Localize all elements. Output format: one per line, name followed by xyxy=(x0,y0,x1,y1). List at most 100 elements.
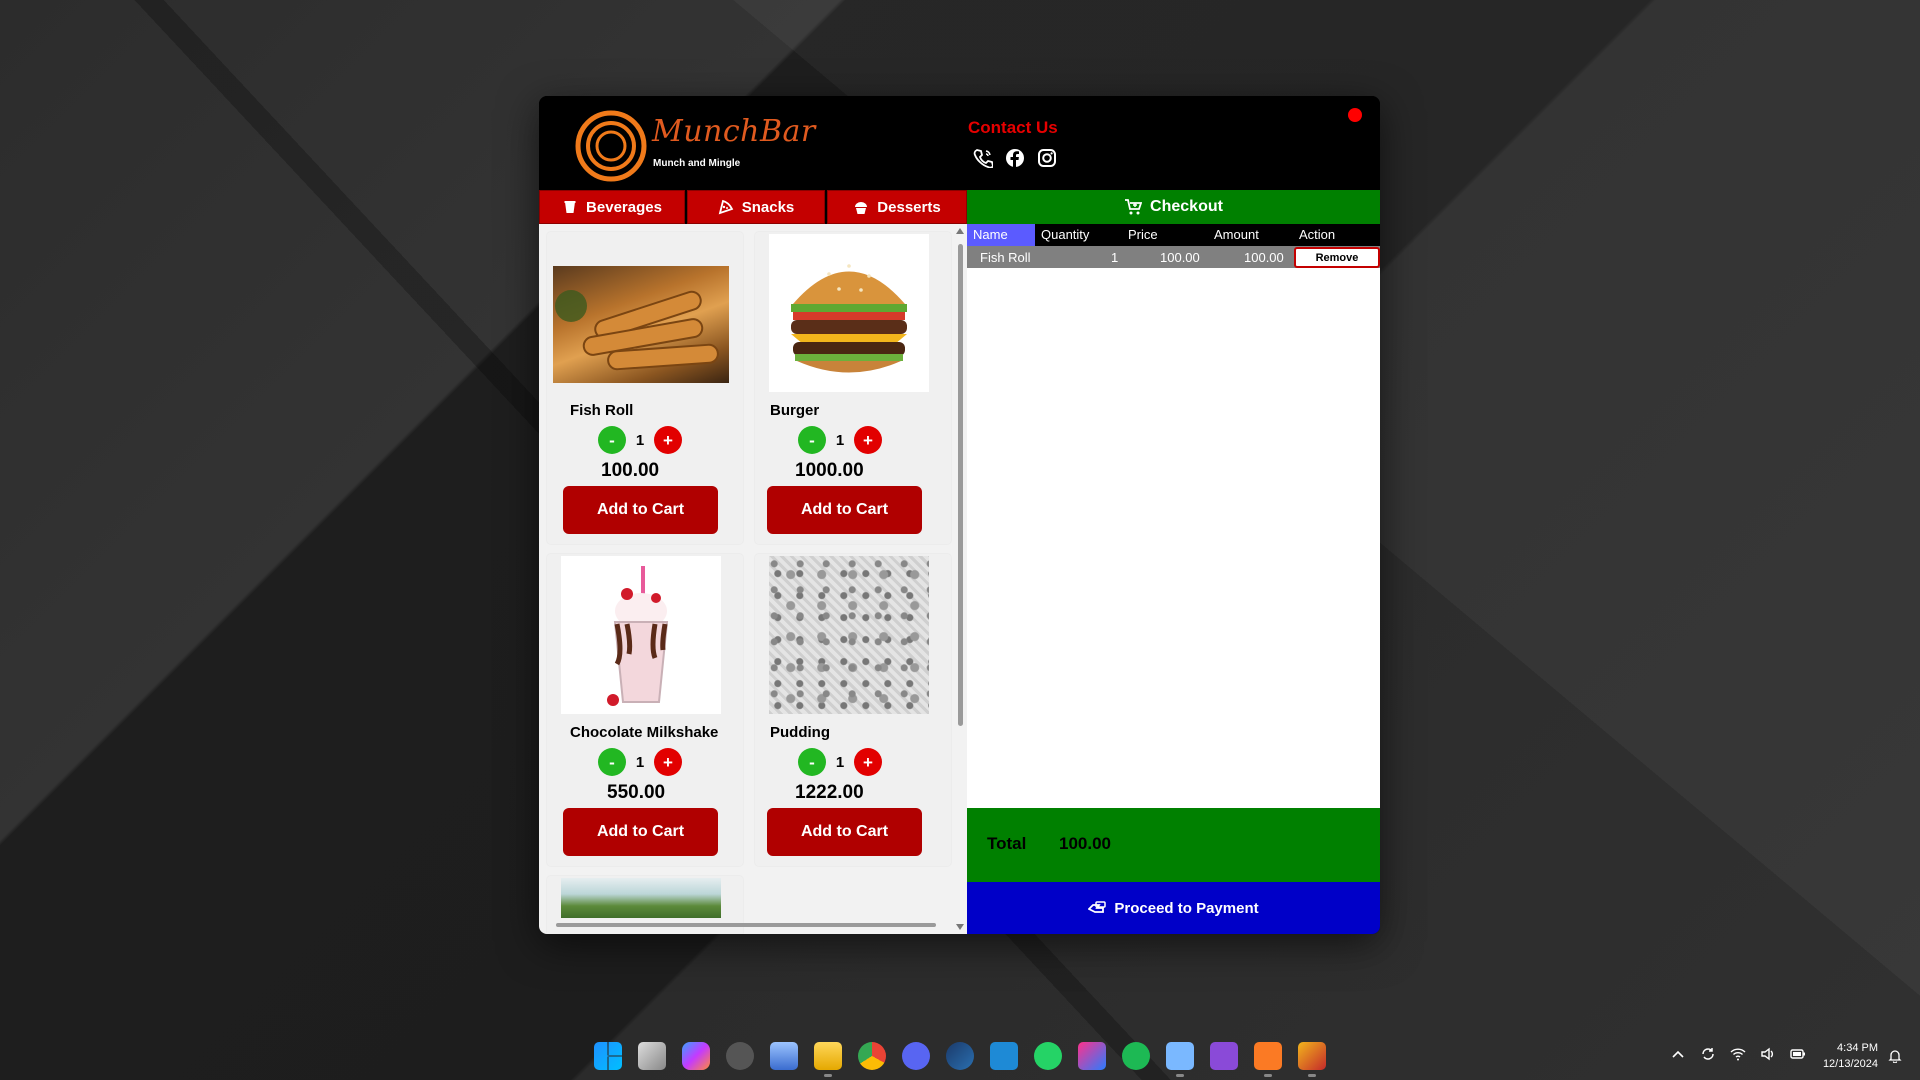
unity-icon[interactable] xyxy=(726,1042,754,1070)
scrollbar-thumb[interactable] xyxy=(958,244,963,726)
increase-button[interactable]: + xyxy=(854,426,882,454)
scroll-up-arrow[interactable] xyxy=(956,228,964,234)
tab-desserts[interactable]: Desserts xyxy=(827,190,967,224)
sync-icon[interactable] xyxy=(1700,1046,1716,1062)
add-to-cart-button[interactable]: Add to Cart xyxy=(563,808,718,856)
taskbar-apps xyxy=(594,1042,1326,1077)
tab-label: Desserts xyxy=(877,198,941,216)
column-quantity[interactable]: Quantity xyxy=(1041,227,1089,242)
cell-amount: 100.00 xyxy=(1244,250,1284,265)
volume-icon[interactable] xyxy=(1760,1046,1776,1062)
product-card: Chocolate Milkshake - 1 + 550.00 Add to … xyxy=(547,554,743,866)
decrease-button[interactable]: - xyxy=(798,748,826,776)
remove-button[interactable]: Remove xyxy=(1294,247,1380,268)
notepad-icon[interactable] xyxy=(1166,1042,1194,1077)
increase-button[interactable]: + xyxy=(854,748,882,776)
app-icon[interactable] xyxy=(1298,1042,1326,1077)
clock-time: 4:34 PM xyxy=(1837,1042,1878,1054)
total-label: Total xyxy=(987,834,1027,853)
tab-beverages[interactable]: Beverages xyxy=(539,190,685,224)
battery-icon[interactable] xyxy=(1790,1046,1806,1062)
column-action[interactable]: Action xyxy=(1299,227,1335,242)
task-view-icon[interactable] xyxy=(638,1042,666,1070)
quantity-stepper: - 1 + xyxy=(598,748,682,776)
salad-image xyxy=(561,878,721,918)
brand-tagline: Munch and Mingle xyxy=(653,158,741,169)
product-name: Pudding xyxy=(770,724,830,741)
contact-title: Contact Us xyxy=(968,118,1058,137)
cup-icon xyxy=(564,201,576,213)
product-price: 1222.00 xyxy=(795,782,864,803)
system-tray xyxy=(1670,1046,1806,1062)
add-to-cart-button[interactable]: Add to Cart xyxy=(767,808,922,856)
cell-price: 100.00 xyxy=(1160,250,1200,265)
xampp-icon[interactable] xyxy=(1254,1042,1282,1077)
table-row[interactable]: Fish Roll 1 100.00 100.00 Remove xyxy=(967,246,1380,268)
product-list: Fish Roll - 1 + 100.00 Add to Cart Burge… xyxy=(539,224,967,934)
windows-start-icon[interactable] xyxy=(594,1042,622,1070)
wifi-icon[interactable] xyxy=(1730,1046,1746,1062)
app-header: MunchBar Munch and Mingle Contact Us xyxy=(539,96,1380,190)
total-value: 100.00 xyxy=(1059,834,1111,853)
photos-icon[interactable] xyxy=(770,1042,798,1070)
pizza-slice-icon xyxy=(718,199,733,215)
tab-label: Beverages xyxy=(586,198,662,216)
munchbar-window: MunchBar Munch and Mingle Contact Us Bev… xyxy=(539,96,1380,934)
column-price[interactable]: Price xyxy=(1128,227,1158,242)
tab-label: Snacks xyxy=(741,198,795,216)
checkout-header: Checkout xyxy=(967,190,1380,224)
payment-icon xyxy=(1088,901,1107,913)
steam-icon[interactable] xyxy=(946,1042,974,1070)
add-to-cart-button[interactable]: Add to Cart xyxy=(767,486,922,534)
scroll-down-arrow[interactable] xyxy=(956,924,964,930)
instagram-icon[interactable] xyxy=(1037,148,1057,168)
notification-bell-icon[interactable] xyxy=(1888,1049,1902,1063)
product-price: 550.00 xyxy=(607,782,666,803)
total-bar: Total 100.00 xyxy=(967,808,1380,882)
visual-studio-icon[interactable] xyxy=(1210,1042,1238,1070)
add-to-cart-button[interactable]: Add to Cart xyxy=(563,486,718,534)
chrome-icon[interactable] xyxy=(858,1042,886,1070)
column-name[interactable]: Name xyxy=(967,224,1035,246)
milkshake-image xyxy=(561,556,721,714)
discord-icon[interactable] xyxy=(902,1042,930,1070)
payment-label: Proceed to Payment xyxy=(1114,899,1259,917)
decrease-button[interactable]: - xyxy=(598,426,626,454)
column-amount[interactable]: Amount xyxy=(1214,227,1259,242)
checkout-title: Checkout xyxy=(1150,198,1223,215)
chevron-up-icon[interactable] xyxy=(1670,1046,1686,1062)
logo-icon xyxy=(575,110,647,182)
intellij-icon[interactable] xyxy=(1078,1042,1106,1070)
brand-name: MunchBar xyxy=(652,114,816,149)
product-price: 100.00 xyxy=(601,460,660,481)
tab-snacks[interactable]: Snacks xyxy=(687,190,825,224)
quantity-stepper: - 1 + xyxy=(798,748,882,776)
facebook-icon[interactable] xyxy=(1005,148,1025,168)
decrease-button[interactable]: - xyxy=(598,748,626,776)
product-name: Fish Roll xyxy=(570,402,634,419)
cell-name: Fish Roll xyxy=(980,250,1031,265)
increase-button[interactable]: + xyxy=(654,748,682,776)
decrease-button[interactable]: - xyxy=(798,426,826,454)
product-card: Burger - 1 + 1000.00 Add to Cart xyxy=(755,232,951,544)
file-explorer-icon[interactable] xyxy=(814,1042,842,1077)
contact-icons xyxy=(973,148,1057,169)
cell-quantity: 1 xyxy=(1111,250,1119,265)
quantity-stepper: - 1 + xyxy=(798,426,882,454)
spotify-icon[interactable] xyxy=(1122,1042,1150,1070)
vertical-scrollbar[interactable] xyxy=(954,224,967,934)
phone-icon[interactable] xyxy=(973,148,994,169)
quantity-value: 1 xyxy=(835,753,845,771)
table-header: Name Quantity Price Amount Action xyxy=(967,224,1380,246)
horizontal-scrollbar[interactable] xyxy=(556,923,936,927)
whatsapp-icon[interactable] xyxy=(1034,1042,1062,1070)
fish-roll-image xyxy=(553,266,729,383)
clock[interactable]: 4:34 PM 12/13/2024 xyxy=(1812,1040,1878,1072)
vscode-icon[interactable] xyxy=(990,1042,1018,1070)
clock-date: 12/13/2024 xyxy=(1822,1058,1878,1070)
cart-table: Name Quantity Price Amount Action Fish R… xyxy=(967,224,1380,808)
increase-button[interactable]: + xyxy=(654,426,682,454)
close-button[interactable] xyxy=(1348,108,1362,122)
copilot-icon[interactable] xyxy=(682,1042,710,1070)
proceed-to-payment-button[interactable]: Proceed to Payment xyxy=(967,882,1380,934)
